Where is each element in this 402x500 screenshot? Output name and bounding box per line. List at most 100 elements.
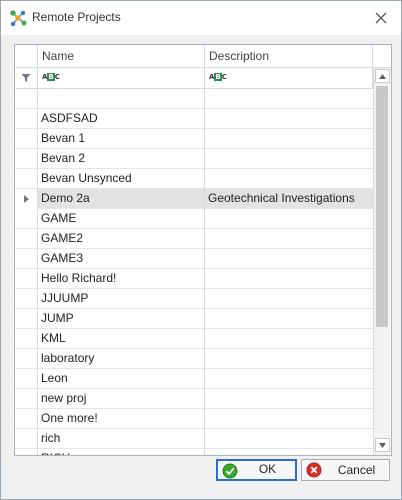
window-title: Remote Projects	[32, 10, 121, 24]
remote-projects-dialog: Remote Projects Name Description ABC ABC…	[0, 0, 402, 500]
table-row[interactable]: GAME	[15, 209, 373, 229]
row-indicator[interactable]	[15, 289, 38, 309]
cell-description[interactable]	[205, 309, 373, 329]
cell-description[interactable]	[205, 129, 373, 149]
table-row[interactable]	[15, 89, 373, 109]
table-row[interactable]: ASDFSAD	[15, 109, 373, 129]
table-row[interactable]: GAME2	[15, 229, 373, 249]
close-button[interactable]	[371, 8, 391, 28]
cell-description[interactable]	[205, 249, 373, 269]
row-indicator[interactable]	[15, 209, 38, 229]
cell-name[interactable]: ASDFSAD	[38, 109, 205, 129]
column-header-name[interactable]: Name	[38, 45, 205, 67]
table-row[interactable]: KML	[15, 329, 373, 349]
title-bar: Remote Projects	[1, 1, 401, 35]
cell-description[interactable]	[205, 449, 373, 455]
cancel-button-label: Cancel	[337, 463, 376, 477]
chevron-down-icon	[379, 442, 386, 448]
cell-description[interactable]	[205, 229, 373, 249]
cell-description[interactable]	[205, 169, 373, 189]
row-indicator[interactable]	[15, 429, 38, 449]
table-row[interactable]: JUMP	[15, 309, 373, 329]
cancel-button[interactable]: Cancel	[301, 459, 390, 481]
row-indicator[interactable]	[15, 349, 38, 369]
row-indicator[interactable]	[15, 169, 38, 189]
column-header-description[interactable]: Description	[205, 45, 373, 67]
row-indicator[interactable]	[15, 369, 38, 389]
table-row[interactable]: new proj	[15, 389, 373, 409]
ok-button[interactable]: OK	[216, 459, 297, 481]
cell-name[interactable]	[38, 89, 205, 109]
cell-description[interactable]	[205, 149, 373, 169]
table-row[interactable]: Bevan 2	[15, 149, 373, 169]
cell-name[interactable]: One more!	[38, 409, 205, 429]
table-row[interactable]: One more!	[15, 409, 373, 429]
table-row[interactable]: rich	[15, 429, 373, 449]
table-row[interactable]: laboratory	[15, 349, 373, 369]
cell-description[interactable]	[205, 109, 373, 129]
cell-name[interactable]: Bevan Unsynced	[38, 169, 205, 189]
row-indicator[interactable]	[15, 189, 38, 209]
abc-text-filter-icon: ABC	[209, 73, 227, 81]
table-row[interactable]: RICH	[15, 449, 373, 455]
cell-description[interactable]	[205, 269, 373, 289]
chevron-up-icon	[379, 73, 386, 79]
cell-description[interactable]	[205, 329, 373, 349]
cell-name[interactable]: KML	[38, 329, 205, 349]
description-filter-cell[interactable]: ABC	[205, 68, 373, 88]
scroll-down-button[interactable]	[375, 438, 390, 452]
cell-name[interactable]: GAME2	[38, 229, 205, 249]
cell-description[interactable]	[205, 89, 373, 109]
cell-description[interactable]: Geotechnical Investigations	[205, 189, 373, 209]
row-indicator[interactable]	[15, 329, 38, 349]
cell-description[interactable]	[205, 409, 373, 429]
scrollbar-thumb[interactable]	[376, 86, 388, 327]
abc-text-filter-icon: ABC	[42, 73, 60, 81]
table-row[interactable]: Bevan 1	[15, 129, 373, 149]
table-row[interactable]: Hello Richard!	[15, 269, 373, 289]
table-row[interactable]: Bevan Unsynced	[15, 169, 373, 189]
cell-description[interactable]	[205, 289, 373, 309]
row-indicator[interactable]	[15, 409, 38, 429]
cell-description[interactable]	[205, 349, 373, 369]
cell-name[interactable]: new proj	[38, 389, 205, 409]
cell-name[interactable]: rich	[38, 429, 205, 449]
cell-name[interactable]: Demo 2a	[38, 189, 205, 209]
cell-name[interactable]: RICH	[38, 449, 205, 455]
ok-button-label: OK	[258, 462, 277, 476]
scroll-up-button[interactable]	[375, 69, 390, 83]
table-row[interactable]: Leon	[15, 369, 373, 389]
vertical-scrollbar[interactable]	[373, 68, 390, 455]
cell-name[interactable]: JUMP	[38, 309, 205, 329]
cell-name[interactable]: GAME3	[38, 249, 205, 269]
cell-name[interactable]: Leon	[38, 369, 205, 389]
cell-description[interactable]	[205, 209, 373, 229]
cell-description[interactable]	[205, 369, 373, 389]
row-indicator[interactable]	[15, 129, 38, 149]
cell-name[interactable]: Hello Richard!	[38, 269, 205, 289]
row-indicator[interactable]	[15, 109, 38, 129]
row-indicator[interactable]	[15, 269, 38, 289]
table-row[interactable]: JJUUMP	[15, 289, 373, 309]
grid-header: Name Description	[15, 45, 391, 68]
cell-name[interactable]: laboratory	[38, 349, 205, 369]
row-indicator[interactable]	[15, 449, 38, 455]
cell-name[interactable]: Bevan 1	[38, 129, 205, 149]
cell-description[interactable]	[205, 429, 373, 449]
name-filter-cell[interactable]: ABC	[38, 68, 205, 88]
table-row[interactable]: Demo 2a Geotechnical Investigations	[15, 189, 373, 209]
row-indicator[interactable]	[15, 229, 38, 249]
filter-icon	[21, 74, 31, 82]
cell-name[interactable]: GAME	[38, 209, 205, 229]
row-indicator[interactable]	[15, 249, 38, 269]
row-indicator[interactable]	[15, 89, 38, 109]
row-indicator[interactable]	[15, 149, 38, 169]
table-row[interactable]: GAME3	[15, 249, 373, 269]
row-indicator[interactable]	[15, 389, 38, 409]
header-spacer	[373, 45, 391, 67]
row-indicator[interactable]	[15, 309, 38, 329]
cell-name[interactable]: JJUUMP	[38, 289, 205, 309]
cell-description[interactable]	[205, 389, 373, 409]
close-icon	[375, 12, 387, 24]
cell-name[interactable]: Bevan 2	[38, 149, 205, 169]
